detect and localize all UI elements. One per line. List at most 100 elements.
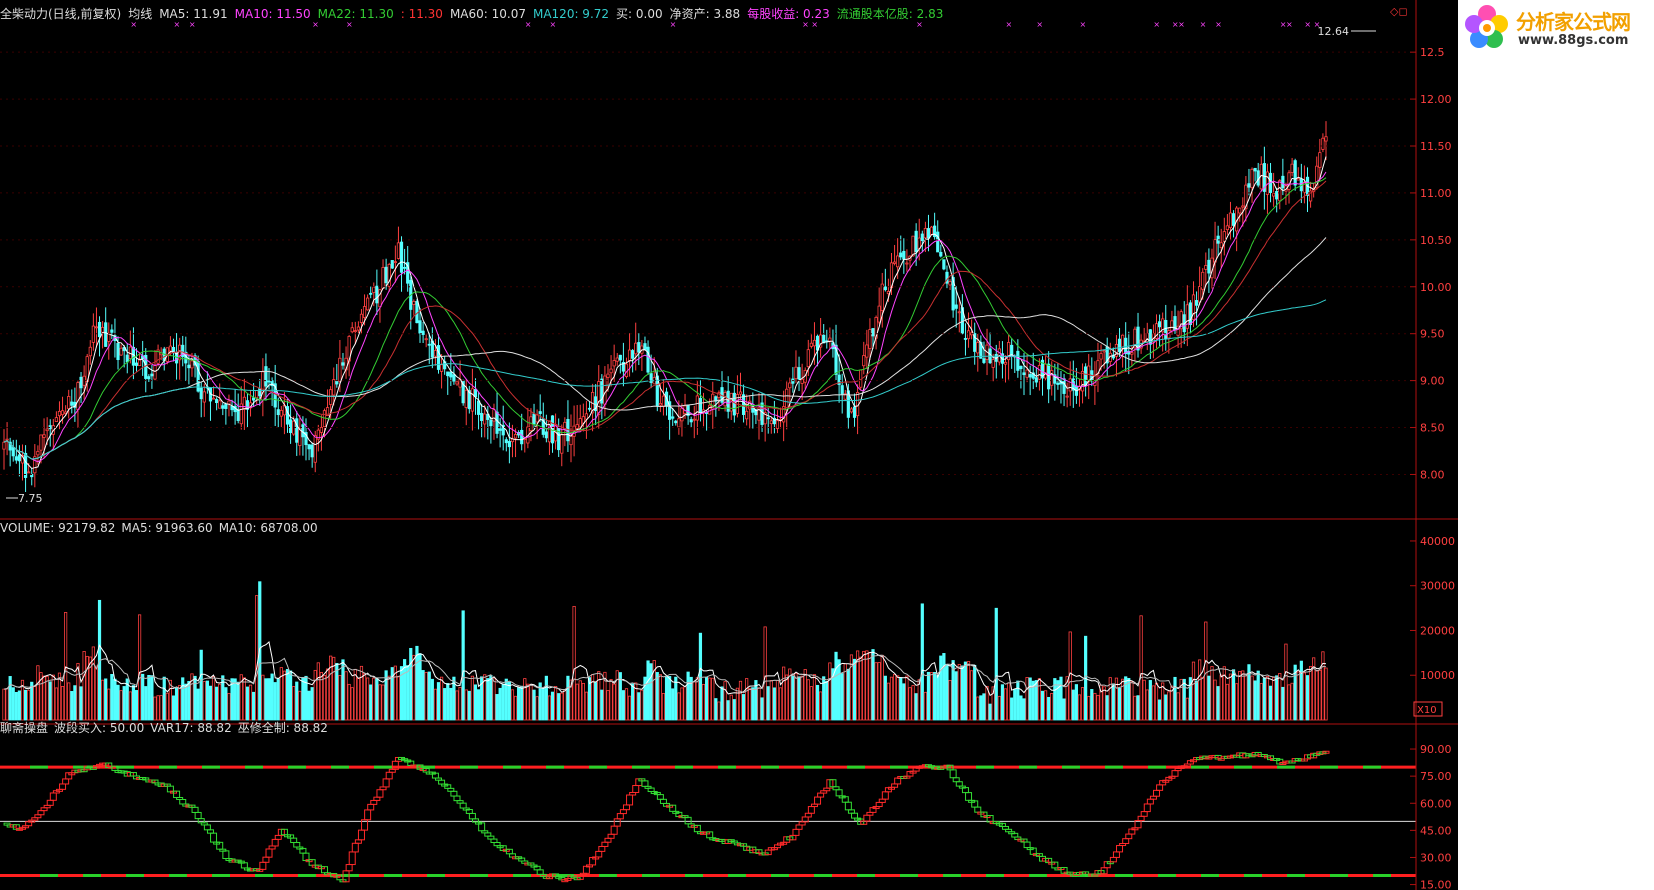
logo-url: www.88gs.com xyxy=(1518,33,1629,48)
stock-name[interactable]: 全柴动力(日线,前复权) xyxy=(0,7,121,21)
candle-body xyxy=(658,403,662,406)
volume-bar xyxy=(979,695,983,721)
candle-body xyxy=(957,311,961,314)
volume-bar xyxy=(708,677,712,721)
volume-bar xyxy=(375,677,379,721)
volume-bar xyxy=(153,696,157,721)
candle-body xyxy=(119,347,123,356)
volume-bar xyxy=(1231,669,1236,721)
chart-mode-button[interactable]: ◇◻ xyxy=(1390,6,1408,18)
volume-bar xyxy=(939,655,943,721)
indicator-name[interactable]: 均线 xyxy=(128,7,152,21)
price-tick-label: 10.00 xyxy=(1420,281,1452,294)
volume-bar xyxy=(1148,680,1152,721)
candle-body xyxy=(1028,374,1032,378)
volume-bar xyxy=(313,669,317,721)
candle-body xyxy=(880,283,884,311)
candle-body xyxy=(341,362,345,366)
candle-body xyxy=(1050,370,1054,386)
candle-body xyxy=(390,260,394,269)
volume-bar xyxy=(1117,687,1122,721)
volume-bar xyxy=(215,686,219,721)
candle-body xyxy=(403,266,407,269)
volume-bar xyxy=(911,685,915,721)
volume-bar xyxy=(597,671,601,721)
candle-body xyxy=(1099,353,1103,360)
volume-bar xyxy=(923,691,927,721)
candle-body xyxy=(224,403,228,409)
volume-bar xyxy=(1151,685,1156,721)
volume-bar xyxy=(501,683,505,721)
candle-body xyxy=(1281,175,1285,189)
volume-bar xyxy=(33,686,37,721)
volume-bar xyxy=(791,676,795,721)
volume-bar xyxy=(156,695,160,721)
site-logo[interactable]: 分析家公式网 www.88gs.com xyxy=(1458,0,1654,56)
signal-mark: × xyxy=(1286,20,1293,29)
volume-bar xyxy=(1173,676,1177,721)
candle-body xyxy=(1275,191,1279,200)
volume-bar xyxy=(461,610,465,721)
indicator-tick-label: 45.00 xyxy=(1420,824,1452,837)
chart-canvas[interactable]: × × × × × × × × × × × × × × × × × × × × × × ×12.647.75 12.512.… xyxy=(0,0,1654,890)
candle-body xyxy=(677,418,681,428)
volume-bar xyxy=(267,678,271,721)
volume-bar xyxy=(1210,666,1214,721)
indicator-pane-name[interactable]: 聊斋操盘 xyxy=(0,721,48,735)
volume-bar xyxy=(640,689,644,721)
signal-mark: × xyxy=(1153,20,1160,29)
candle-body xyxy=(800,378,804,384)
candle-body xyxy=(147,376,151,380)
candle-body xyxy=(769,420,773,425)
volume-bar xyxy=(720,686,724,721)
volume-bar xyxy=(1305,675,1310,721)
candle-body xyxy=(483,413,487,425)
volume-bar xyxy=(292,686,296,721)
candle-body xyxy=(532,413,536,425)
candle-body xyxy=(430,340,434,358)
candle-body xyxy=(2,441,6,450)
volume-bar xyxy=(760,697,764,721)
candle-body xyxy=(698,397,703,413)
candle-body xyxy=(372,286,376,293)
candle-body xyxy=(42,434,46,438)
volume-bar xyxy=(1262,677,1266,721)
candle-body xyxy=(393,261,397,264)
volume-bar xyxy=(757,687,761,721)
buy-value: 买: 0.00 xyxy=(616,7,663,21)
volume-bar xyxy=(1047,696,1051,721)
candle-body xyxy=(1213,239,1217,263)
volume-bar xyxy=(557,693,561,721)
candle-body xyxy=(902,250,906,260)
volume-bar xyxy=(1204,621,1208,721)
candle-body xyxy=(849,408,854,413)
candle-body xyxy=(362,306,367,318)
volume-bar xyxy=(797,676,801,721)
volume-bar xyxy=(1235,683,1239,721)
volume-bar xyxy=(276,678,280,721)
candle-body xyxy=(671,416,675,419)
candle-body xyxy=(252,397,256,401)
candle-body xyxy=(794,366,798,380)
volume-bar xyxy=(455,690,459,721)
volume-bar xyxy=(1308,666,1313,721)
volume-ma5-value: MA5: 91963.60 xyxy=(121,521,213,535)
candle-body xyxy=(36,450,40,456)
volume-bar xyxy=(492,677,496,721)
candle-body xyxy=(415,300,419,324)
candle-body xyxy=(353,330,357,333)
volume-bar xyxy=(677,692,681,721)
volume-bar xyxy=(298,690,302,721)
candle-body xyxy=(963,338,968,340)
candle-body xyxy=(60,410,65,416)
volume-bar xyxy=(329,655,333,721)
candle-body xyxy=(1047,363,1051,390)
candle-body xyxy=(785,388,789,411)
volume-bar xyxy=(282,670,287,721)
volume-bar xyxy=(196,688,200,721)
candle-body xyxy=(258,388,262,397)
volume-bar xyxy=(470,675,475,721)
volume-bar xyxy=(1102,686,1106,721)
candle-body xyxy=(603,375,607,405)
volume-bar xyxy=(1139,615,1143,721)
